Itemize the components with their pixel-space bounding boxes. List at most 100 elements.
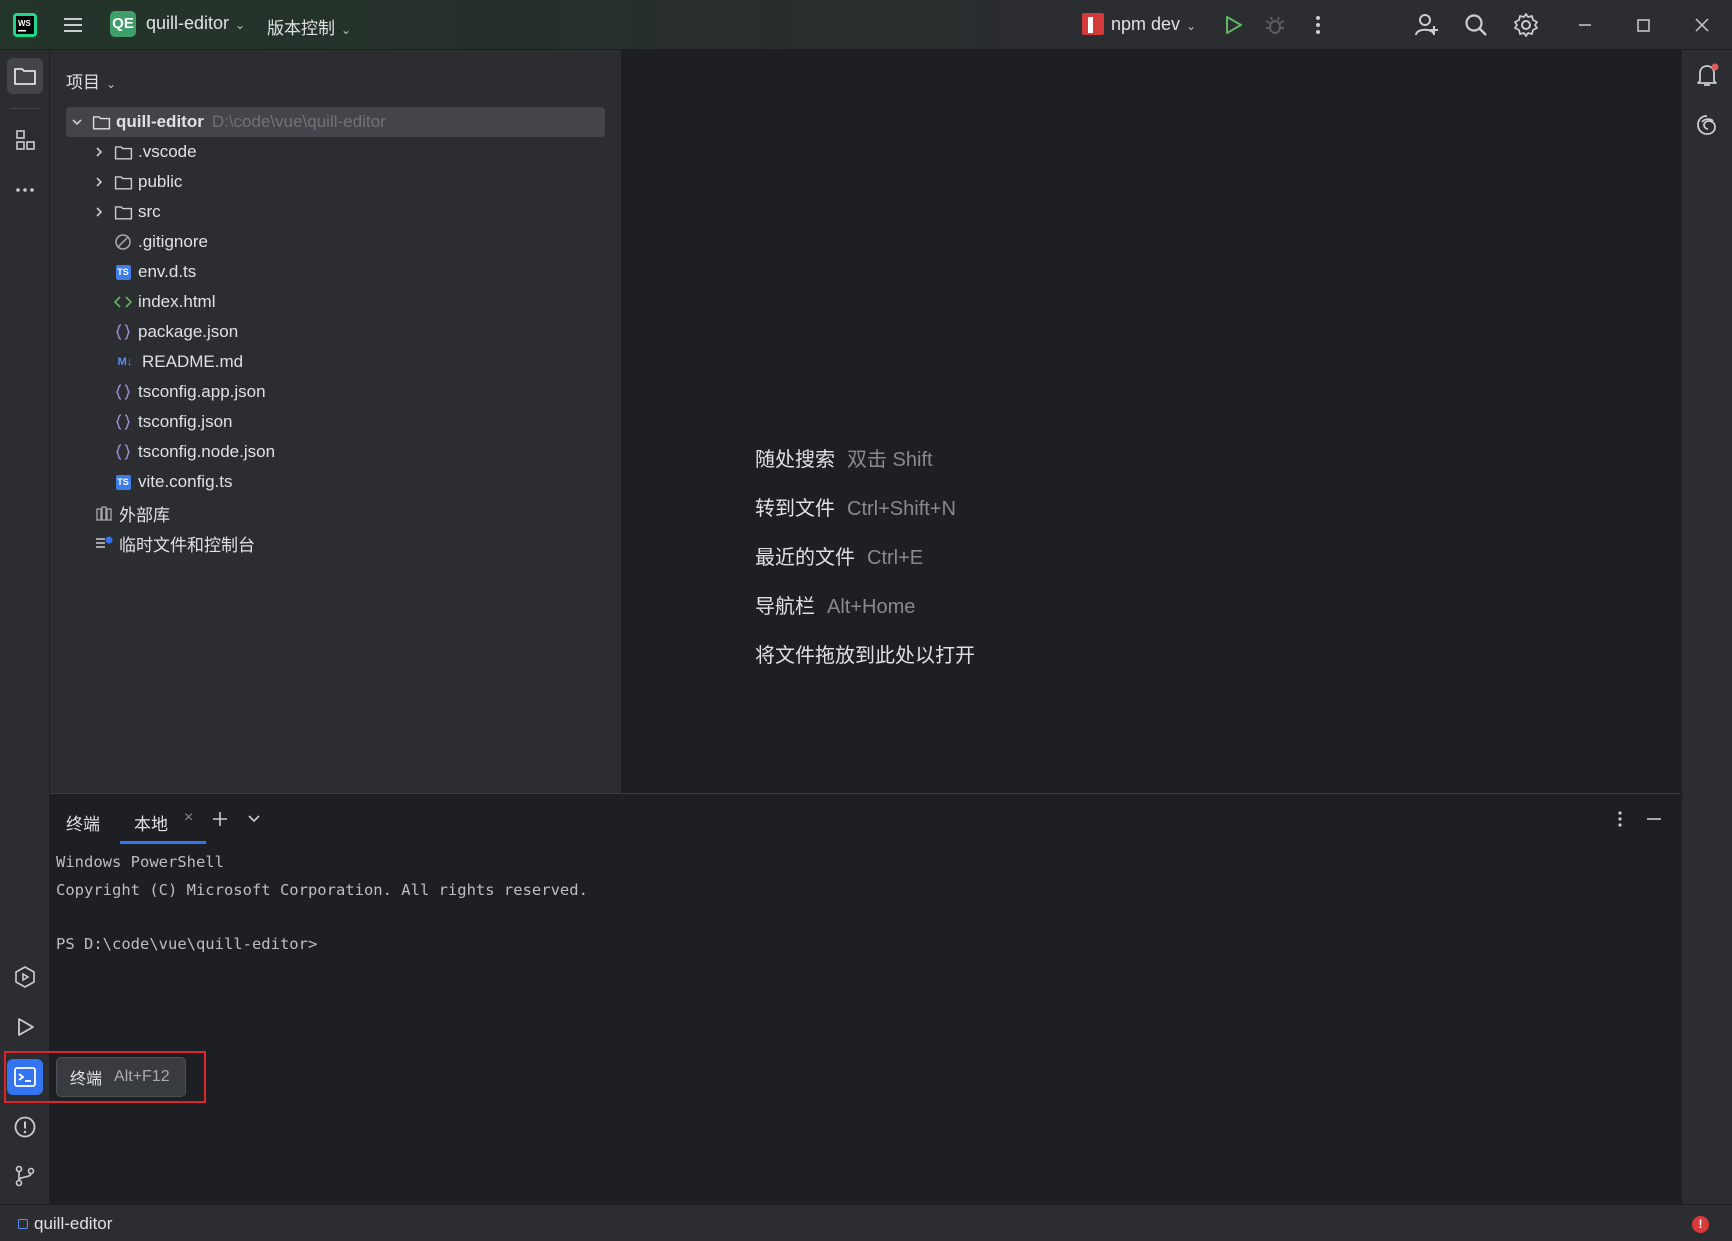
tree-item-package-json[interactable]: package.json (113, 317, 238, 347)
title-bar: WS QE quill-editor ⌄ 版本控制 ⌄ npm dev ⌄ (0, 0, 1732, 50)
services-tool-button[interactable] (7, 959, 43, 995)
tree-item-gitignore[interactable]: .gitignore (113, 227, 208, 257)
hint-label: 转到文件 (755, 498, 835, 520)
tree-item-src[interactable]: src (90, 197, 161, 227)
tree-item-label: tsconfig.app.json (138, 382, 266, 401)
left-tool-strip (0, 50, 50, 1204)
project-module-icon (18, 1219, 28, 1229)
hint-label: 导航栏 (755, 596, 815, 618)
json-file-icon (113, 382, 133, 402)
chevron-down-icon[interactable] (244, 809, 264, 829)
chevron-right-icon[interactable] (90, 173, 108, 191)
settings-gear-icon[interactable] (1513, 12, 1539, 38)
hint-navigation-bar: 导航栏 Alt+Home (755, 590, 915, 619)
run-config-name: npm dev (1111, 14, 1181, 34)
chevron-right-icon[interactable] (90, 203, 108, 221)
tree-item-tsconfig-app-json[interactable]: tsconfig.app.json (113, 377, 266, 407)
git-tool-button[interactable] (7, 1158, 43, 1194)
tree-item-label: public (138, 172, 183, 191)
folder-icon (113, 202, 133, 222)
add-user-icon[interactable] (1414, 12, 1440, 38)
tree-item-scratches[interactable]: 临时文件和控制台 (94, 528, 255, 558)
status-project-name: quill-editor (34, 1214, 113, 1233)
terminal-options-icon[interactable] (1610, 809, 1630, 829)
webstorm-app-icon[interactable]: WS (12, 12, 38, 38)
tree-item-public[interactable]: public (90, 167, 182, 197)
terminal-panel: 终端 本地 × Windows PowerShell Copyright (C) … (50, 793, 1681, 1204)
run-icon[interactable] (1220, 12, 1246, 38)
tree-item-label: index.html (138, 292, 216, 311)
tree-item-label: vite.config.ts (138, 472, 233, 491)
tree-item-label: 外部库 (119, 505, 170, 525)
chevron-down-icon: ⌄ (341, 23, 352, 37)
terminal-tab-local[interactable]: 本地 × (120, 794, 206, 844)
git-branch-icon (15, 1165, 35, 1187)
terminal-tab-label: 本地 (134, 815, 168, 834)
more-tools-button[interactable] (7, 172, 43, 208)
svg-text:WS: WS (18, 19, 32, 28)
scratches-icon (94, 533, 114, 553)
tree-item-label: tsconfig.node.json (138, 442, 276, 461)
main-menu-icon[interactable] (62, 14, 84, 36)
hide-panel-icon[interactable] (1644, 809, 1664, 829)
folder-icon (113, 142, 133, 162)
chevron-down-icon[interactable] (68, 113, 86, 131)
hint-shortcut: Alt+Home (827, 596, 916, 618)
new-tab-plus-icon[interactable] (210, 809, 230, 829)
hint-shortcut: Ctrl+E (867, 547, 924, 569)
notifications-bell-icon[interactable] (1694, 62, 1720, 88)
tree-item-label: .vscode (138, 142, 197, 161)
library-icon (94, 503, 114, 523)
problems-tool-button[interactable] (7, 1109, 43, 1145)
chevron-down-icon: ⌄ (235, 18, 246, 32)
tree-item-tsconfig-node-json[interactable]: tsconfig.node.json (113, 437, 275, 467)
chevron-down-icon: ⌄ (106, 77, 117, 91)
search-icon[interactable] (1463, 12, 1489, 38)
close-tab-icon[interactable]: × (184, 809, 193, 827)
tree-item-index-html[interactable]: index.html (113, 287, 215, 317)
tree-root-row[interactable]: quill-editor D:\code\vue\quill-editor (66, 107, 605, 137)
project-badge[interactable]: QE (110, 11, 136, 37)
minimize-icon[interactable] (1572, 12, 1598, 38)
tree-item-label: .gitignore (138, 232, 208, 251)
close-icon[interactable] (1689, 12, 1715, 38)
more-actions-icon[interactable] (1305, 12, 1331, 38)
tree-item-tsconfig-json[interactable]: tsconfig.json (113, 407, 233, 437)
right-tool-strip (1681, 50, 1732, 1204)
debug-icon[interactable] (1262, 12, 1288, 38)
markdown-file-icon: M↓ (117, 356, 133, 368)
tree-item-vite-config-ts[interactable]: TS vite.config.ts (113, 467, 233, 497)
error-indicator-icon[interactable]: ! (1692, 1216, 1709, 1233)
services-icon (15, 966, 35, 988)
gitignore-icon (113, 232, 133, 252)
active-tab-indicator (120, 841, 206, 844)
highlight-box (4, 1051, 206, 1103)
panel-title-label: 项目 (66, 73, 100, 92)
tree-item-external-libraries[interactable]: 外部库 (94, 498, 170, 528)
typescript-file-icon: TS (113, 472, 133, 492)
tree-item-readme-md[interactable]: M↓ README.md (113, 347, 243, 377)
chevron-right-icon[interactable] (90, 143, 108, 161)
editor-empty-state: 随处搜索 双击 Shift 转到文件 Ctrl+Shift+N 最近的文件 Ctrl+… (622, 50, 1681, 793)
run-tool-button[interactable] (7, 1009, 43, 1045)
project-tool-button[interactable] (7, 58, 43, 94)
ai-assistant-icon[interactable] (1694, 112, 1720, 138)
project-switcher[interactable]: quill-editor ⌄ (146, 13, 245, 34)
terminal-output[interactable]: Windows PowerShell Copyright (C) Microsof… (56, 848, 588, 958)
status-project[interactable]: quill-editor (18, 1214, 112, 1234)
terminal-title: 终端 (66, 815, 100, 834)
maximize-icon[interactable] (1630, 12, 1656, 38)
chevron-down-icon: ⌄ (1186, 19, 1197, 33)
structure-tool-button[interactable] (7, 122, 43, 158)
tree-item-env-d-ts[interactable]: TS env.d.ts (113, 257, 196, 287)
json-file-icon (113, 412, 133, 432)
project-panel-title[interactable]: 项目 ⌄ (66, 68, 116, 93)
html-file-icon (113, 292, 133, 312)
terminal-header: 终端 本地 × (50, 794, 1681, 844)
vcs-menu[interactable]: 版本控制 ⌄ (267, 14, 351, 39)
run-config-selector[interactable]: npm dev ⌄ (1111, 14, 1196, 35)
tree-item-vscode[interactable]: .vscode (90, 137, 197, 167)
tree-item-label: src (138, 202, 161, 221)
npm-icon (1082, 13, 1104, 35)
